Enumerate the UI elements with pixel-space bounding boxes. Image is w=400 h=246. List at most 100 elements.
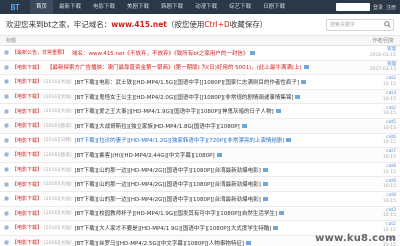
topic-category[interactable]: 【电影下载】	[12, 137, 42, 144]
nav-item-us-series[interactable]: 美剧下载	[121, 0, 155, 14]
attachment-icon	[303, 65, 309, 70]
topic-meta: cat3 10-15	[383, 208, 396, 219]
attachment-icon	[262, 182, 268, 187]
nav-item-home[interactable]: 首页	[30, 0, 54, 14]
topic-category[interactable]: 【电影下载】	[12, 108, 42, 115]
topic-row[interactable]: 【最新公告，非常重要】 域名：www.415.net《不放弃，不放弃》《致所有bt…	[0, 46, 400, 61]
col-meta: 作者/回复	[372, 38, 394, 44]
topic-title[interactable]: [BT下载][拉诊的妻子][HD-MP4/1.2G][独家韩语中字][720P]…	[75, 136, 285, 144]
topic-category[interactable]: 【电影下载】	[12, 181, 42, 188]
topic-date: 10-15	[382, 198, 396, 204]
topic-region: [2016][大陆]	[44, 109, 72, 115]
nav-search-box[interactable]	[335, 3, 370, 11]
topic-region: [2016][大陆]	[44, 240, 72, 246]
topic-meta: cat8 10-15	[383, 193, 396, 204]
login-link[interactable]: 登录	[373, 4, 383, 11]
topic-category[interactable]: 【电影下载】	[12, 210, 42, 217]
topic-title[interactable]: [BT下载][大人家才不要是][HD-MP4/1.9G][国语中字][1080P…	[75, 224, 272, 232]
attachment-icon	[275, 109, 281, 114]
nav-item-jp-series[interactable]: 日剧下载	[257, 0, 291, 14]
topic-region: [2016][日韩]	[44, 138, 72, 144]
topic-title[interactable]: [BT下载][乘客](Hi)[HD-MP4/2.44G][中文字幕][1080P…	[75, 151, 215, 159]
topic-category[interactable]: 【电影下载】	[12, 195, 42, 202]
topic-row[interactable]: 【电影下载】 【最新探索方广告播映：澳门最靠普资金第一银商》(第一期版) 为(日)…	[0, 60, 400, 76]
topic-date: 2016-03-10	[369, 52, 396, 58]
nav-item-variety[interactable]: 综艺下载	[223, 0, 257, 14]
logo-text: BT	[10, 2, 20, 12]
topic-row[interactable]: 【电影下载】 [2016][大陆] [BT下载][山的那一边][HD-MP4/2G]…	[0, 163, 400, 178]
topic-date: 10-15	[382, 213, 396, 219]
topic-row[interactable]: 【电影下载】 [2016][大陆] [BT下载][校园教师杯子][HD-MP4/1.…	[0, 206, 400, 222]
topic-title[interactable]: [BT下载][山的那一边][HD-MP4/2G][国语中字][1080P][台湾…	[75, 180, 261, 188]
topic-icon	[4, 182, 9, 187]
topic-category[interactable]: 【电影下载】	[12, 151, 42, 158]
topic-date: 10-15	[382, 125, 396, 131]
topic-date: 10-15	[382, 184, 396, 190]
topic-region: [2016][大陆]	[44, 79, 72, 85]
nav-item-kr-series[interactable]: 韩剧下载	[155, 0, 189, 14]
search-input[interactable]: 搜索关键字	[327, 21, 381, 28]
attachment-icon	[250, 50, 256, 55]
attachment-icon	[245, 240, 251, 245]
search-icon[interactable]	[381, 19, 393, 31]
topic-row[interactable]: 【电影下载】 [2016][大陆] [BT下载][鬼怪女王公主][HD-MP4/2.…	[0, 89, 400, 105]
topic-icon	[4, 79, 9, 84]
topic-title[interactable]: [BT下载][丝罗马][HD-MP4/2.5G][中文字幕][1080P][人物…	[75, 239, 244, 246]
topic-region: [2016][大陆]	[44, 182, 72, 188]
topic-category[interactable]: 【电影下载】	[12, 224, 42, 231]
topic-category[interactable]: 【最新公告，非常重要】	[12, 49, 67, 56]
topic-row[interactable]: 【电影下载】 [2016][日韩] [BT下载][拉诊的妻子][HD-MP4/1.2…	[0, 134, 400, 149]
topic-icon	[4, 109, 9, 114]
topic-title[interactable]: [BT下载][大战哥斯拉][独立家族]HD-MP4/1.8G[国语中字][108…	[75, 122, 240, 130]
topic-row[interactable]: 【电影下载】 [2016][欧美] [BT下载][乘客](Hi)[HD-MP4/2.…	[0, 148, 400, 163]
topic-meta: cat9 10-15	[383, 179, 396, 190]
topic-icon	[4, 167, 9, 172]
topic-region: [2016][欧美]	[44, 123, 72, 129]
topic-category[interactable]: 【电影下载】	[12, 78, 42, 85]
attachment-icon	[262, 196, 268, 201]
topic-icon	[4, 94, 9, 99]
col-title: 标题	[6, 38, 17, 44]
nav-item-latest[interactable]: 最新下载	[53, 0, 87, 14]
topic-title[interactable]: [BT下载][山的那一边][HD-MP4/2G][国语中字][1080P][台湾…	[75, 195, 261, 203]
site-search[interactable]: 搜索关键字	[326, 18, 394, 31]
attachment-icon	[295, 94, 301, 99]
site-logo[interactable]: BT	[0, 0, 30, 14]
topic-row[interactable]: 【电影下载】 [2016][大陆] [BT下载][山的那一边][HD-MP4/2G]…	[0, 192, 400, 207]
welcome-prefix: 欢迎您来到bt之家，牢记域名：	[6, 20, 112, 29]
topic-row[interactable]: 【电影下载】 [2016][欧美] [BT下载][大战哥斯拉][独立家族]HD-MP…	[0, 118, 400, 134]
topic-title[interactable]: [BT下载][校园教师杯子][HD-MP4/1.9G][国发其有可中字][108…	[75, 209, 277, 217]
topic-title[interactable]: [BT下载][鬼怪女王公主][HD-MP4/2.0G][国语中字][1080P]…	[75, 93, 294, 101]
topic-row[interactable]: 【电影下载】 [2016][大陆] [BT下载][爱之王大事]][HD-MP4/1.…	[0, 104, 400, 119]
site-domain[interactable]: www.415.net	[111, 20, 167, 29]
nav-item-anime[interactable]: 动漫下载	[189, 0, 223, 14]
topic-category[interactable]: 【电影下载】	[12, 166, 42, 173]
attachment-icon	[262, 167, 268, 172]
welcome-suffix-a: （按您使用	[166, 20, 205, 29]
topic-title[interactable]: 域名：www.415.net《不放弃，不放弃》《致所有bt之家用户的一封信》	[72, 49, 248, 57]
nav-item-movies[interactable]: 电影下载	[87, 0, 121, 14]
topic-icon	[4, 211, 9, 216]
welcome-suffix-b: 收藏保存）	[229, 20, 268, 29]
topic-meta: cat2 10-15	[383, 76, 396, 87]
topic-category[interactable]: 【电影下载】	[12, 64, 42, 71]
topic-meta: cat2 10-15	[383, 106, 396, 117]
topic-title[interactable]: [BT下载][电影：武士铁][HD-MP4/1.5G][国语中字][1080P]…	[75, 78, 299, 86]
topic-row[interactable]: 【电影下载】 [2016][大陆] [BT下载][电影：武士铁][HD-MP4/1.…	[0, 75, 400, 90]
topic-title[interactable]: [BT下载][爱之王大事]][HD-MP4/1.9G][国语中字][1080P]…	[75, 107, 274, 115]
attachment-icon	[286, 138, 292, 143]
topic-date: 10-15	[382, 96, 396, 102]
topic-title[interactable]: 【最新探索方广告播映：澳门最靠普资金第一银商》(第一期版) 为(日)好用的 50…	[47, 63, 302, 71]
attachment-icon	[241, 123, 247, 128]
topic-meta: cat8 10-15	[383, 164, 396, 175]
topic-region: [2016][大陆]	[44, 94, 72, 100]
topic-category[interactable]: 【电影下载】	[12, 122, 42, 129]
attachment-icon	[300, 79, 306, 84]
topic-row[interactable]: 【电影下载】 [2016][大陆] [BT下载][山的那一边][HD-MP4/2G]…	[0, 177, 400, 192]
topic-category[interactable]: 【电影下载】	[12, 239, 42, 246]
topic-category[interactable]: 【电影下载】	[12, 93, 42, 100]
register-link[interactable]: 注册	[386, 4, 396, 11]
hotkey-text: Ctrl+D	[204, 20, 230, 29]
topic-title[interactable]: [BT下载][山的那一边][HD-MP4/2G][国语中字][1080P][台湾…	[75, 166, 261, 174]
topic-icon	[4, 240, 9, 245]
